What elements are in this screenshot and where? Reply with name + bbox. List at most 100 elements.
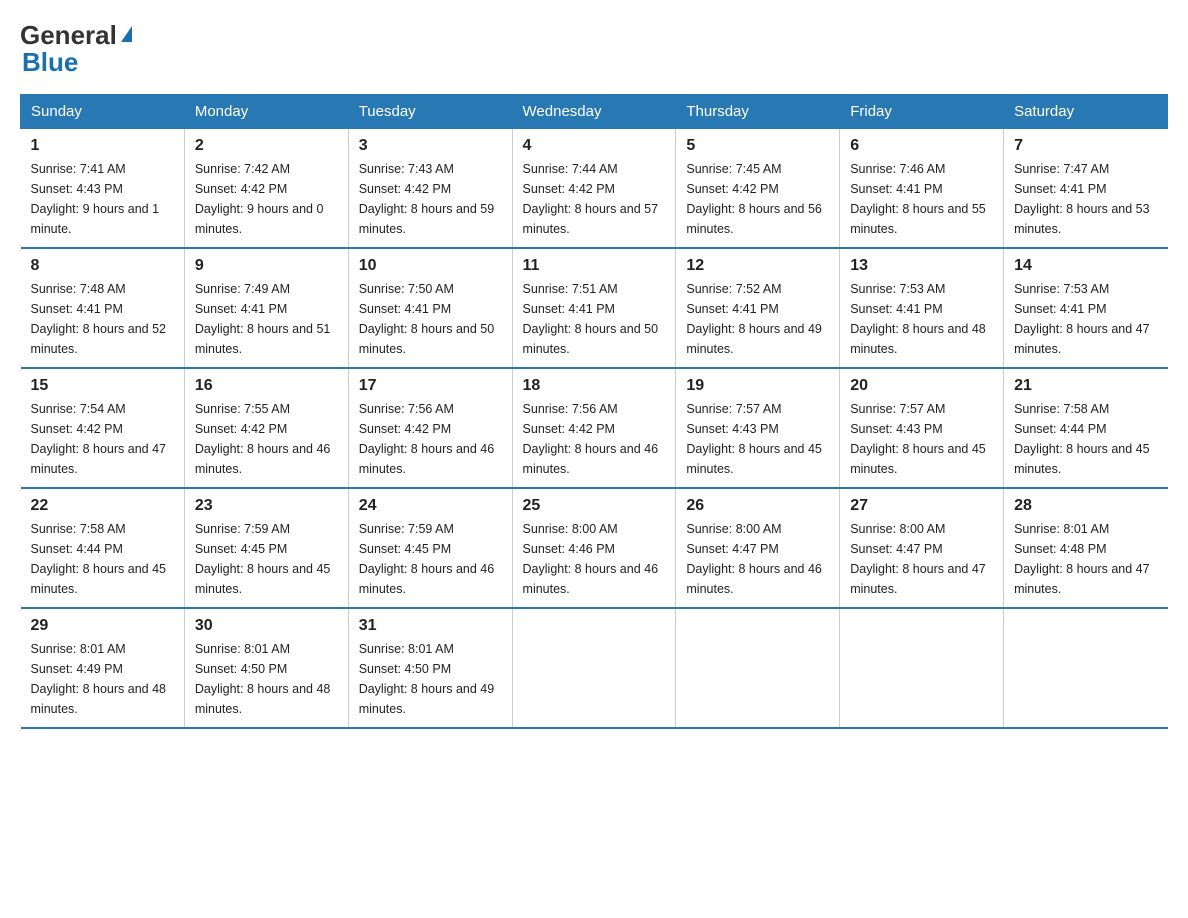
day-info: Sunrise: 7:42 AMSunset: 4:42 PMDaylight:…: [195, 159, 338, 239]
calendar-cell: 16 Sunrise: 7:55 AMSunset: 4:42 PMDaylig…: [184, 368, 348, 488]
day-number: 28: [1014, 497, 1157, 515]
calendar-cell: 11 Sunrise: 7:51 AMSunset: 4:41 PMDaylig…: [512, 248, 676, 368]
calendar-cell: 17 Sunrise: 7:56 AMSunset: 4:42 PMDaylig…: [348, 368, 512, 488]
calendar-table: SundayMondayTuesdayWednesdayThursdayFrid…: [20, 94, 1168, 729]
day-number: 1: [31, 137, 174, 155]
day-info: Sunrise: 7:52 AMSunset: 4:41 PMDaylight:…: [686, 279, 829, 359]
day-number: 27: [850, 497, 993, 515]
day-info: Sunrise: 7:41 AMSunset: 4:43 PMDaylight:…: [31, 159, 174, 239]
calendar-cell: 7 Sunrise: 7:47 AMSunset: 4:41 PMDayligh…: [1004, 129, 1168, 249]
day-info: Sunrise: 8:00 AMSunset: 4:47 PMDaylight:…: [686, 519, 829, 599]
day-info: Sunrise: 7:57 AMSunset: 4:43 PMDaylight:…: [686, 399, 829, 479]
day-number: 15: [31, 377, 174, 395]
day-info: Sunrise: 7:57 AMSunset: 4:43 PMDaylight:…: [850, 399, 993, 479]
day-info: Sunrise: 7:53 AMSunset: 4:41 PMDaylight:…: [1014, 279, 1157, 359]
calendar-cell: 4 Sunrise: 7:44 AMSunset: 4:42 PMDayligh…: [512, 129, 676, 249]
calendar-week-row: 8 Sunrise: 7:48 AMSunset: 4:41 PMDayligh…: [21, 248, 1168, 368]
day-info: Sunrise: 8:01 AMSunset: 4:50 PMDaylight:…: [359, 639, 502, 719]
day-info: Sunrise: 7:44 AMSunset: 4:42 PMDaylight:…: [523, 159, 666, 239]
day-info: Sunrise: 7:48 AMSunset: 4:41 PMDaylight:…: [31, 279, 174, 359]
day-number: 11: [523, 257, 666, 275]
calendar-cell: 24 Sunrise: 7:59 AMSunset: 4:45 PMDaylig…: [348, 488, 512, 608]
calendar-cell: [840, 608, 1004, 728]
calendar-cell: 18 Sunrise: 7:56 AMSunset: 4:42 PMDaylig…: [512, 368, 676, 488]
calendar-cell: 14 Sunrise: 7:53 AMSunset: 4:41 PMDaylig…: [1004, 248, 1168, 368]
calendar-cell: 12 Sunrise: 7:52 AMSunset: 4:41 PMDaylig…: [676, 248, 840, 368]
day-info: Sunrise: 7:47 AMSunset: 4:41 PMDaylight:…: [1014, 159, 1157, 239]
day-number: 17: [359, 377, 502, 395]
calendar-cell: 2 Sunrise: 7:42 AMSunset: 4:42 PMDayligh…: [184, 129, 348, 249]
logo: General Blue: [20, 20, 132, 78]
logo-blue-text: Blue: [20, 47, 78, 78]
calendar-cell: 27 Sunrise: 8:00 AMSunset: 4:47 PMDaylig…: [840, 488, 1004, 608]
calendar-cell: [676, 608, 840, 728]
day-info: Sunrise: 7:49 AMSunset: 4:41 PMDaylight:…: [195, 279, 338, 359]
day-number: 14: [1014, 257, 1157, 275]
day-number: 24: [359, 497, 502, 515]
day-number: 3: [359, 137, 502, 155]
day-number: 23: [195, 497, 338, 515]
day-info: Sunrise: 7:43 AMSunset: 4:42 PMDaylight:…: [359, 159, 502, 239]
weekday-header-saturday: Saturday: [1004, 95, 1168, 129]
day-info: Sunrise: 7:45 AMSunset: 4:42 PMDaylight:…: [686, 159, 829, 239]
day-info: Sunrise: 8:01 AMSunset: 4:48 PMDaylight:…: [1014, 519, 1157, 599]
weekday-header-sunday: Sunday: [21, 95, 185, 129]
day-info: Sunrise: 7:50 AMSunset: 4:41 PMDaylight:…: [359, 279, 502, 359]
weekday-header-monday: Monday: [184, 95, 348, 129]
day-info: Sunrise: 8:01 AMSunset: 4:50 PMDaylight:…: [195, 639, 338, 719]
weekday-header-thursday: Thursday: [676, 95, 840, 129]
calendar-cell: 15 Sunrise: 7:54 AMSunset: 4:42 PMDaylig…: [21, 368, 185, 488]
calendar-cell: 5 Sunrise: 7:45 AMSunset: 4:42 PMDayligh…: [676, 129, 840, 249]
calendar-cell: 23 Sunrise: 7:59 AMSunset: 4:45 PMDaylig…: [184, 488, 348, 608]
calendar-header: SundayMondayTuesdayWednesdayThursdayFrid…: [21, 95, 1168, 129]
calendar-cell: 1 Sunrise: 7:41 AMSunset: 4:43 PMDayligh…: [21, 129, 185, 249]
day-number: 8: [31, 257, 174, 275]
day-info: Sunrise: 8:00 AMSunset: 4:47 PMDaylight:…: [850, 519, 993, 599]
weekday-header-tuesday: Tuesday: [348, 95, 512, 129]
day-number: 5: [686, 137, 829, 155]
day-info: Sunrise: 7:59 AMSunset: 4:45 PMDaylight:…: [195, 519, 338, 599]
calendar-cell: 10 Sunrise: 7:50 AMSunset: 4:41 PMDaylig…: [348, 248, 512, 368]
day-number: 19: [686, 377, 829, 395]
calendar-cell: 25 Sunrise: 8:00 AMSunset: 4:46 PMDaylig…: [512, 488, 676, 608]
calendar-body: 1 Sunrise: 7:41 AMSunset: 4:43 PMDayligh…: [21, 129, 1168, 729]
day-number: 22: [31, 497, 174, 515]
calendar-cell: 21 Sunrise: 7:58 AMSunset: 4:44 PMDaylig…: [1004, 368, 1168, 488]
calendar-cell: 20 Sunrise: 7:57 AMSunset: 4:43 PMDaylig…: [840, 368, 1004, 488]
day-number: 25: [523, 497, 666, 515]
day-number: 26: [686, 497, 829, 515]
calendar-cell: 6 Sunrise: 7:46 AMSunset: 4:41 PMDayligh…: [840, 129, 1004, 249]
calendar-cell: 8 Sunrise: 7:48 AMSunset: 4:41 PMDayligh…: [21, 248, 185, 368]
day-number: 12: [686, 257, 829, 275]
day-info: Sunrise: 7:56 AMSunset: 4:42 PMDaylight:…: [523, 399, 666, 479]
day-info: Sunrise: 8:01 AMSunset: 4:49 PMDaylight:…: [31, 639, 174, 719]
calendar-cell: 26 Sunrise: 8:00 AMSunset: 4:47 PMDaylig…: [676, 488, 840, 608]
calendar-cell: 3 Sunrise: 7:43 AMSunset: 4:42 PMDayligh…: [348, 129, 512, 249]
logo-triangle-icon: [121, 26, 132, 42]
day-number: 6: [850, 137, 993, 155]
calendar-cell: 13 Sunrise: 7:53 AMSunset: 4:41 PMDaylig…: [840, 248, 1004, 368]
day-number: 21: [1014, 377, 1157, 395]
day-info: Sunrise: 7:46 AMSunset: 4:41 PMDaylight:…: [850, 159, 993, 239]
day-number: 31: [359, 617, 502, 635]
day-info: Sunrise: 7:58 AMSunset: 4:44 PMDaylight:…: [31, 519, 174, 599]
day-info: Sunrise: 7:53 AMSunset: 4:41 PMDaylight:…: [850, 279, 993, 359]
day-info: Sunrise: 7:56 AMSunset: 4:42 PMDaylight:…: [359, 399, 502, 479]
weekday-header-row: SundayMondayTuesdayWednesdayThursdayFrid…: [21, 95, 1168, 129]
day-info: Sunrise: 7:58 AMSunset: 4:44 PMDaylight:…: [1014, 399, 1157, 479]
day-number: 13: [850, 257, 993, 275]
day-number: 2: [195, 137, 338, 155]
day-number: 30: [195, 617, 338, 635]
calendar-cell: 28 Sunrise: 8:01 AMSunset: 4:48 PMDaylig…: [1004, 488, 1168, 608]
weekday-header-friday: Friday: [840, 95, 1004, 129]
weekday-header-wednesday: Wednesday: [512, 95, 676, 129]
calendar-cell: [512, 608, 676, 728]
day-number: 10: [359, 257, 502, 275]
day-number: 9: [195, 257, 338, 275]
calendar-cell: 30 Sunrise: 8:01 AMSunset: 4:50 PMDaylig…: [184, 608, 348, 728]
day-info: Sunrise: 7:54 AMSunset: 4:42 PMDaylight:…: [31, 399, 174, 479]
page-header: General Blue: [20, 20, 1168, 78]
day-number: 4: [523, 137, 666, 155]
day-number: 29: [31, 617, 174, 635]
calendar-week-row: 29 Sunrise: 8:01 AMSunset: 4:49 PMDaylig…: [21, 608, 1168, 728]
